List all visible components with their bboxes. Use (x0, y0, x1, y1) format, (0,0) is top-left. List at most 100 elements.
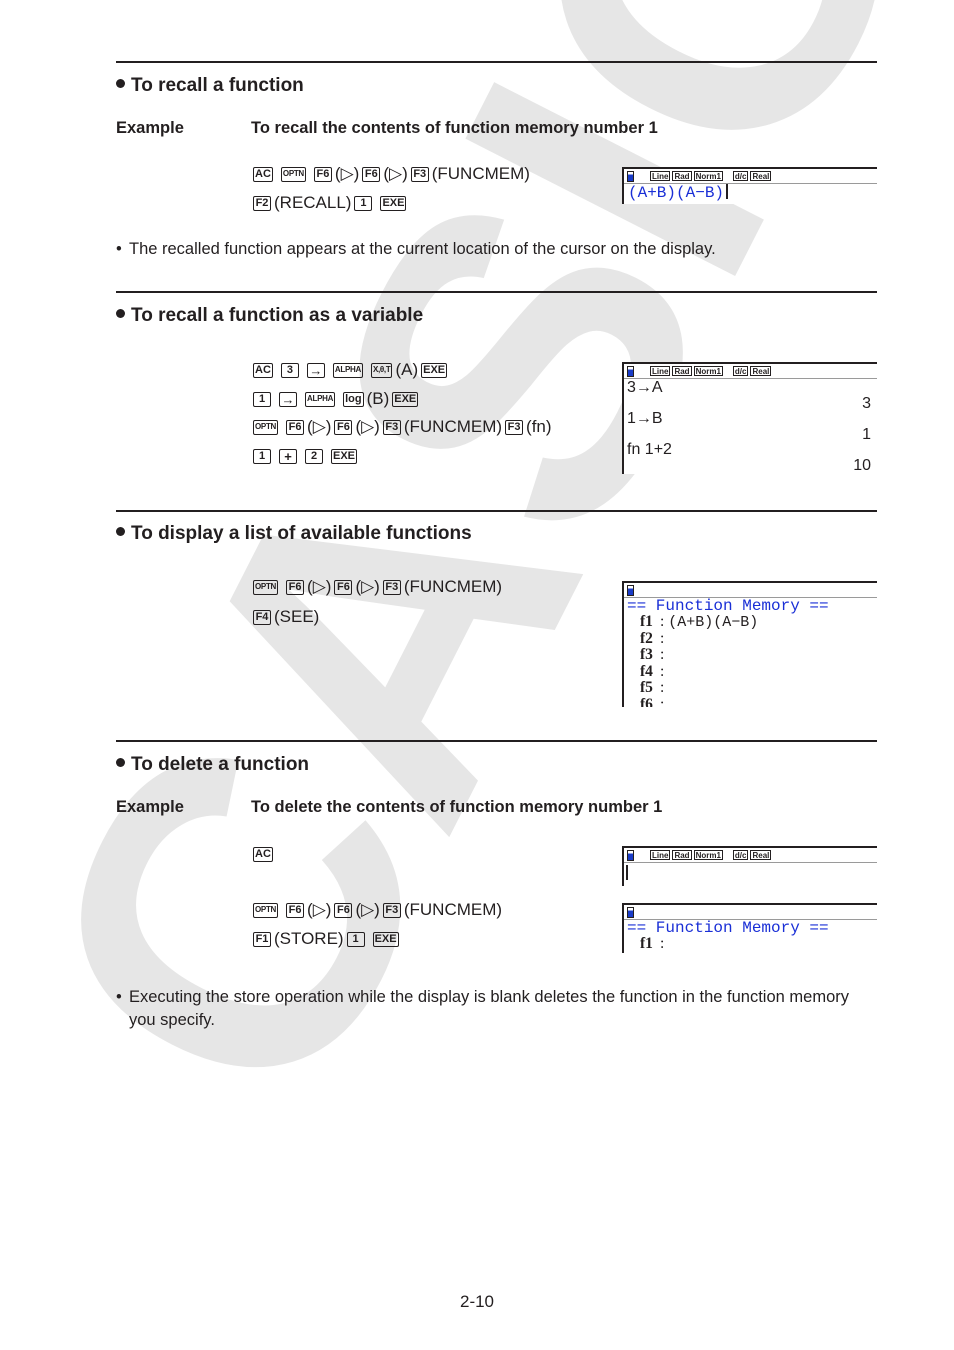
separator: : (660, 662, 665, 680)
page-number: 2-10 (459, 1292, 495, 1311)
heading-text: To recall a function as a variable (131, 305, 424, 326)
note: • Executing the store operation while the… (116, 986, 856, 1032)
separator: : (660, 613, 669, 630)
key-1-icon: 1 (354, 195, 373, 211)
key-sequence: F1 (STORE) 1 EXE (253, 928, 402, 950)
key-annotation: (SEE) (274, 607, 320, 626)
bullet-dot (116, 758, 125, 767)
key-f6-icon: F6 (334, 579, 353, 595)
status-bar: Line Rad Norm1 d/c Real (624, 169, 877, 184)
status-badge: d/c (732, 171, 749, 181)
key-exe-icon: EXE (372, 931, 399, 947)
key-annotation: (▷) (355, 577, 380, 596)
key-ac-icon: AC (253, 166, 273, 182)
key-2-icon: 2 (305, 448, 323, 464)
key-sequence: F4 (SEE) (253, 606, 322, 628)
status-badge: Rad (672, 850, 692, 860)
function-memory-list: f1: (624, 936, 877, 953)
section-heading-display-list: To display a list of available functions (116, 523, 472, 545)
key-annotation: (FUNCMEM) (403, 417, 503, 436)
battery-icon (627, 365, 634, 377)
key-annotation: (▷) (307, 577, 332, 596)
key-f3-icon: F3 (410, 166, 429, 182)
key-annotation: (▷) (307, 900, 332, 919)
status-badge: Real (750, 850, 772, 860)
key-optn-icon: OPTN (253, 419, 279, 435)
calculator-screen: Line Rad Norm1 d/c Real (622, 846, 877, 886)
status-badge: Real (750, 171, 772, 181)
key-exe-icon: EXE (331, 448, 358, 464)
key-f1-icon: F1 (253, 931, 271, 947)
function-label: f1 (640, 935, 653, 952)
example-label: Example (116, 119, 184, 137)
key-f3-icon: F3 (382, 419, 401, 435)
status-badge: Real (750, 366, 772, 376)
note: • The recalled function appears at the cu… (116, 238, 856, 261)
screen-line: (A+B)(A−B) (624, 184, 877, 203)
function-memory-row: f6: (624, 697, 877, 707)
key-f2-icon: F2 (253, 195, 271, 211)
function-memory-row: f4: (624, 662, 877, 681)
bullet-dot (116, 527, 125, 536)
status-badge: Line (650, 366, 671, 376)
key-annotation: (A) (395, 360, 419, 379)
key-f3-icon: F3 (505, 419, 524, 435)
status-badge: d/c (732, 366, 749, 376)
key-annotation: (▷) (355, 417, 380, 436)
key-sequence: F2 (RECALL) 1 EXE (253, 192, 409, 214)
function-memory-screen: == Function Memory == f1: (A+B)(A−B) f2: … (622, 581, 877, 707)
function-label: f3 (640, 646, 653, 664)
section-heading-delete: To delete a function (116, 754, 309, 776)
key-sequence: AC (253, 843, 276, 865)
example-label: Example (116, 798, 184, 816)
key-optn-icon: OPTN (253, 579, 279, 595)
key-ac-icon: AC (253, 846, 273, 862)
function-memory-row: f1: (624, 936, 877, 953)
section-heading-recall-as-variable: To recall a function as a variable (116, 305, 423, 327)
heading-text: To recall a function (131, 75, 304, 96)
key-sequence: 1 +2 EXE (253, 445, 360, 467)
status-bar (624, 905, 877, 920)
key-1-icon: 1 (253, 391, 271, 407)
bullet-dot (116, 309, 125, 318)
screen-input: fn 1+2 (627, 441, 672, 458)
key-1-icon: 1 (346, 931, 365, 947)
key-annotation: (FUNCMEM) (403, 577, 503, 596)
key-annotation: (STORE) (274, 929, 344, 948)
manual-page: To recall a function Example To recall t… (0, 0, 954, 1350)
key-exe-icon: EXE (392, 391, 419, 407)
function-memory-title: == Function Memory == (627, 919, 829, 937)
function-memory-title: == Function Memory == (627, 597, 829, 615)
function-memory-row: f1: (A+B)(A−B) (624, 614, 877, 631)
example-text: To delete the contents of function memor… (251, 798, 663, 816)
screen-result: 3 (862, 394, 871, 412)
key-f6-icon: F6 (286, 579, 305, 595)
section-divider (116, 291, 877, 293)
status-badge: Norm1 (693, 171, 723, 181)
status-bar (624, 583, 877, 598)
separator: : (660, 935, 665, 952)
battery-icon (627, 906, 634, 918)
key-f6-icon: F6 (286, 902, 305, 918)
key-annotation: (▷) (307, 417, 332, 436)
key-3-icon: 3 (280, 362, 299, 378)
status-bar: Line Rad Norm1 d/c Real (624, 364, 877, 379)
key-exe-icon: EXE (380, 195, 407, 211)
key-alpha-icon: ALPHA (332, 362, 363, 378)
key-annotation: (▷) (383, 164, 408, 183)
function-memory-row: f3: (624, 647, 877, 664)
function-label: f4 (640, 662, 653, 680)
key-f6-icon: F6 (286, 419, 305, 435)
key-annotation: (FUNCMEM) (431, 164, 530, 183)
heading-text: To delete a function (131, 754, 310, 775)
separator: : (660, 679, 665, 697)
status-badge: Norm1 (693, 366, 723, 376)
calculator-screen: Line Rad Norm1 d/c Real (A+B)(A−B) (622, 167, 877, 204)
status-badge: Norm1 (693, 850, 723, 860)
key-sequence: AC OPTN F6 (▷) F6 (▷) F3 (FUNCMEM) (253, 163, 533, 185)
calculator-screen: Line Rad Norm1 d/c Real 3→A 3 1→B 1 fn 1+2 1… (622, 362, 877, 474)
note-text: The recalled function appears at the cur… (129, 240, 716, 258)
status-bar: Line Rad Norm1 d/c Real (624, 848, 877, 863)
key-optn-icon: OPTN (280, 166, 306, 182)
status-badge: d/c (732, 850, 749, 860)
